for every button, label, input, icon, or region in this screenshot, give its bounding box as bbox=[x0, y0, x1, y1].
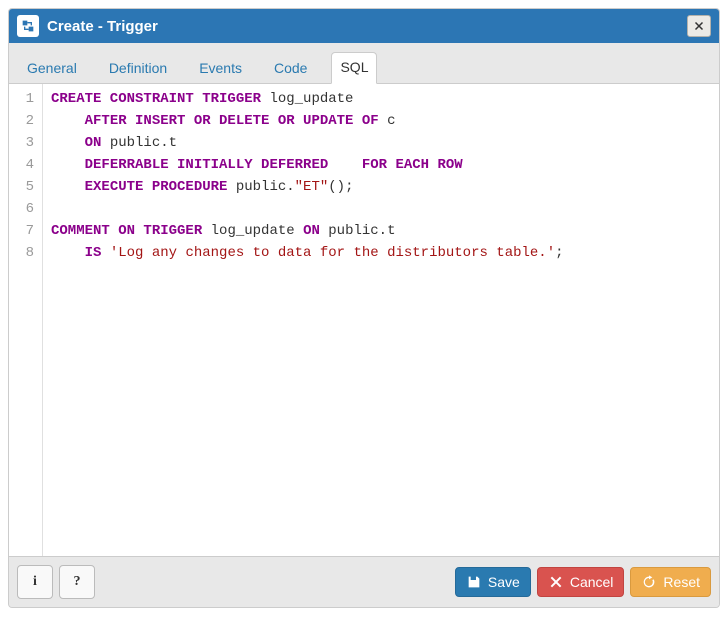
reset-label: Reset bbox=[663, 574, 700, 590]
cancel-label: Cancel bbox=[570, 574, 614, 590]
help-button[interactable]: ? bbox=[59, 565, 95, 599]
line-number: 2 bbox=[9, 110, 34, 132]
tab-events[interactable]: Events bbox=[191, 54, 250, 84]
code-line: COMMENT ON TRIGGER log_update ON public.… bbox=[51, 220, 711, 242]
tab-sql[interactable]: SQL bbox=[331, 52, 377, 84]
code-line: ON public.t bbox=[51, 132, 711, 154]
save-label: Save bbox=[488, 574, 520, 590]
create-trigger-dialog: Create - Trigger General Definition Even… bbox=[8, 8, 720, 608]
dialog-footer: i ? Save Cancel Reset bbox=[9, 556, 719, 607]
tab-code[interactable]: Code bbox=[266, 54, 315, 84]
reset-icon bbox=[641, 574, 657, 590]
cancel-button[interactable]: Cancel bbox=[537, 567, 625, 597]
line-gutter: 12345678 bbox=[9, 84, 43, 556]
line-number: 3 bbox=[9, 132, 34, 154]
line-number: 1 bbox=[9, 88, 34, 110]
line-number: 5 bbox=[9, 176, 34, 198]
tab-definition[interactable]: Definition bbox=[101, 54, 175, 84]
code-line: AFTER INSERT OR DELETE OR UPDATE OF c bbox=[51, 110, 711, 132]
close-icon bbox=[693, 20, 705, 32]
tabs: General Definition Events Code SQL bbox=[9, 43, 719, 84]
save-button[interactable]: Save bbox=[455, 567, 531, 597]
info-button[interactable]: i bbox=[17, 565, 53, 599]
tab-general[interactable]: General bbox=[19, 54, 85, 84]
trigger-icon bbox=[17, 15, 39, 37]
line-number: 8 bbox=[9, 242, 34, 264]
code-line: IS 'Log any changes to data for the dist… bbox=[51, 242, 711, 264]
line-number: 6 bbox=[9, 198, 34, 220]
titlebar: Create - Trigger bbox=[9, 9, 719, 43]
save-icon bbox=[466, 574, 482, 590]
line-number: 7 bbox=[9, 220, 34, 242]
code-area[interactable]: CREATE CONSTRAINT TRIGGER log_update AFT… bbox=[43, 84, 719, 556]
code-line: DEFERRABLE INITIALLY DEFERRED FOR EACH R… bbox=[51, 154, 711, 176]
code-line: CREATE CONSTRAINT TRIGGER log_update bbox=[51, 88, 711, 110]
reset-button[interactable]: Reset bbox=[630, 567, 711, 597]
dialog-title: Create - Trigger bbox=[47, 18, 158, 35]
close-button[interactable] bbox=[687, 15, 711, 37]
code-line bbox=[51, 198, 711, 220]
line-number: 4 bbox=[9, 154, 34, 176]
cancel-icon bbox=[548, 574, 564, 590]
sql-editor[interactable]: 12345678 CREATE CONSTRAINT TRIGGER log_u… bbox=[9, 84, 719, 556]
code-line: EXECUTE PROCEDURE public."ET"(); bbox=[51, 176, 711, 198]
